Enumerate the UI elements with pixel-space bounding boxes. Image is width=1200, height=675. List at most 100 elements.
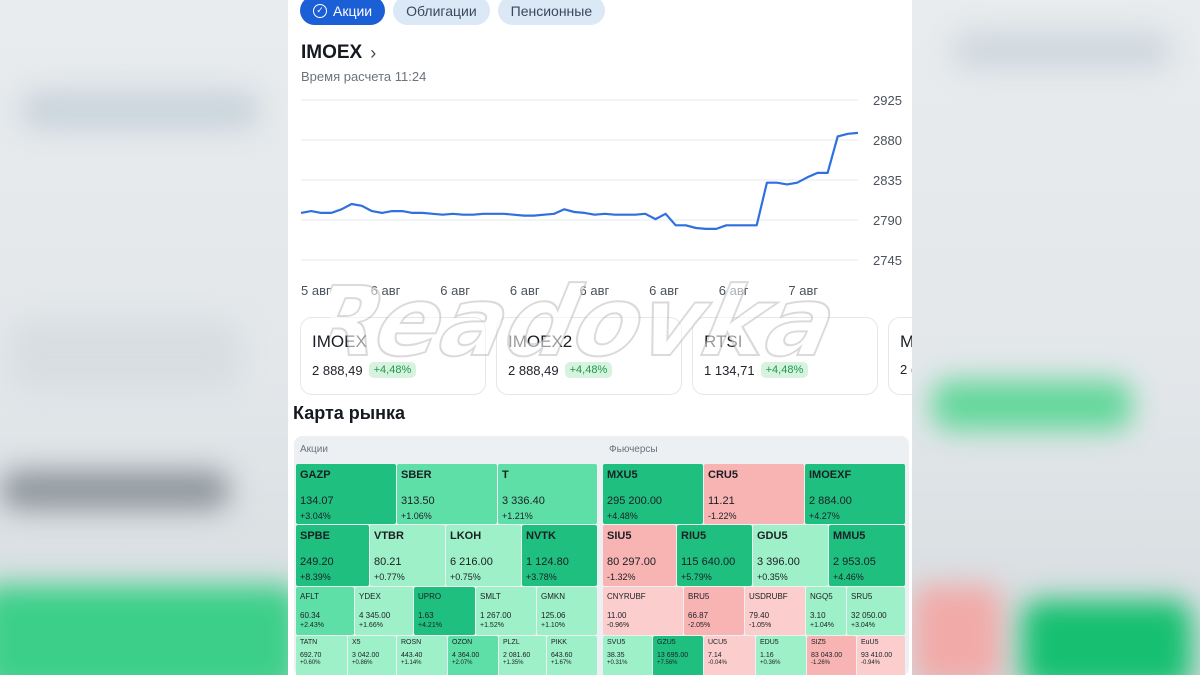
market-map: Акции Фьючерсы GAZP 134.07 +3.04% SBER 313.5… [294,436,909,675]
tile-ticker: OZON [452,639,473,646]
map-tile[interactable]: VTBR 80.21 +0.77% [370,525,445,586]
map-tile[interactable]: GZU5 13 695.00 +7.56% [653,636,703,675]
tile-price: 11.21 [708,495,735,507]
tab-bonds[interactable]: Облигации [393,0,490,25]
map-tile[interactable]: MMU5 2 953.05 +4.46% [829,525,905,586]
tile-change: +1.21% [502,511,533,521]
map-tile[interactable]: UCU5 7.14 -0.04% [704,636,755,675]
x-tick-label: 5 авг [301,283,331,298]
tile-price: 6 216.00 [450,556,493,568]
map-tile[interactable]: UPRO 1.63 +4.21% [414,587,475,635]
map-tile[interactable]: SBER 313.50 +1.06% [397,464,497,524]
tile-price: 2 081.60 [503,652,531,659]
tab-label: Акции [333,2,373,19]
index-card-change: +4,48% [564,362,613,378]
tile-change: +0.60% [300,660,321,666]
tile-ticker: GZU5 [657,639,676,646]
tile-ticker: VTBR [374,530,404,542]
map-tile[interactable]: MXU5 295 200.00 +4.48% [603,464,703,524]
background-right [912,0,1200,675]
x-tick-label: 6 авг [719,283,749,298]
map-tile[interactable]: AFLT 60.34 +2.43% [296,587,354,635]
map-tile[interactable]: NGQ5 3.10 +1.04% [806,587,846,635]
map-tile[interactable]: PIKK 643.60 +1.67% [547,636,597,675]
tile-ticker: IMOEXF [809,469,852,481]
market-map-title: Карта рынка [293,403,406,423]
tile-ticker: GAZP [300,469,331,481]
tile-ticker: SPBE [300,530,330,542]
tile-change: -1.05% [749,622,772,629]
map-tile[interactable]: T 3 336.40 +1.21% [498,464,597,524]
tile-ticker: EuU5 [861,639,879,646]
map-tile[interactable]: RIU5 115 640.00 +5.79% [677,525,752,586]
tile-change: +5.79% [681,572,712,582]
map-tile[interactable]: CRU5 11.21 -1.22% [704,464,804,524]
map-tile[interactable]: SPBE 249.20 +8.39% [296,525,369,586]
map-tile[interactable]: SRU5 32 050.00 +3.04% [847,587,905,635]
map-tile[interactable]: GMKN 125.06 +1.10% [537,587,597,635]
tile-change: +4.21% [418,622,442,629]
map-tile[interactable]: BRU5 66.87 -2.05% [684,587,744,635]
background-left [0,0,288,675]
tile-change: +0.86% [352,660,373,666]
map-tile[interactable]: EuU5 93 410.00 -0.94% [857,636,905,675]
index-card[interactable]: RTSI 1 134,71 +4,48% [692,317,878,395]
index-card-value: 2 888,49 [312,362,363,378]
index-title-link[interactable]: IMOEX › [301,42,376,64]
tile-change: +1.10% [541,622,565,629]
map-tile[interactable]: CNYRUBF 11.00 -0.96% [603,587,683,635]
map-tile[interactable]: IMOEXF 2 884.00 +4.27% [805,464,905,524]
map-tile[interactable]: GDU5 3 396.00 +0.35% [753,525,828,586]
tile-ticker: GDU5 [757,530,788,542]
instrument-tabs: ✓ Акции Облигации Пенсионные [300,0,606,25]
map-tile[interactable]: LKOH 6 216.00 +0.75% [446,525,521,586]
index-card-row: 2 888,49 +4,48% [508,362,670,378]
tile-price: 643.60 [551,652,573,659]
map-tile[interactable]: EDU5 1.16 +0.36% [756,636,806,675]
tile-ticker: NVTK [526,530,556,542]
tile-change: +3.78% [526,572,557,582]
tile-ticker: NGQ5 [810,592,833,601]
tile-price: 1.63 [418,611,434,620]
tile-price: 125.06 [541,611,566,620]
map-tile[interactable]: GAZP 134.07 +3.04% [296,464,396,524]
index-card-row: 2 ( [900,362,912,377]
tile-change: +0.75% [450,572,481,582]
map-tile[interactable]: USDRUBF 79.40 -1.05% [745,587,805,635]
index-card[interactable]: IMOEX 2 888,49 +4,48% [300,317,486,395]
index-card[interactable]: IMOEX2 2 888,49 +4,48% [496,317,682,395]
map-tile[interactable]: NVTK 1 124.80 +3.78% [522,525,597,586]
tile-price: 83 043.00 [811,652,843,659]
y-tick-label: 2745 [873,253,902,268]
tile-price: 2 884.00 [809,495,852,507]
map-tile[interactable]: YDEX 4 345.00 +1.66% [355,587,413,635]
map-tile[interactable]: PLZL 2 081.60 +1.35% [499,636,546,675]
tile-price: 2 953.05 [833,556,876,568]
tile-change: +1.04% [810,622,834,629]
map-tile[interactable]: TATN 692.70 +0.60% [296,636,347,675]
map-tile[interactable]: X5 3 042.00 +0.86% [348,636,396,675]
index-title: IMOEX [301,42,363,63]
tile-price: 13 695.00 [657,652,689,659]
tile-price: 7.14 [708,652,722,659]
tile-price: 295 200.00 [607,495,663,507]
map-tile[interactable]: SIU5 80 297.00 -1.32% [603,525,676,586]
y-tick-label: 2880 [873,133,902,148]
index-card[interactable]: M 2 ( [888,317,912,395]
x-tick-label: 6 авг [510,283,540,298]
tile-change: +2.43% [300,622,324,629]
tile-change: -0.94% [861,660,881,666]
tab-stocks[interactable]: ✓ Акции [300,0,386,25]
chevron-right-icon: › [370,42,377,63]
tile-ticker: PLZL [503,639,520,646]
map-tile[interactable]: SMLT 1 267.00 +1.52% [476,587,536,635]
x-tick-label: 6 авг [440,283,470,298]
map-tile[interactable]: OZON 4 364.00 +2.07% [448,636,498,675]
map-tile[interactable]: SIZ5 83 043.00 -1.26% [807,636,856,675]
tile-change: +4.48% [607,511,638,521]
map-tile[interactable]: SVU5 38.35 +0.31% [603,636,652,675]
map-tile[interactable]: ROSN 443.40 +1.14% [397,636,447,675]
tab-pension[interactable]: Пенсионные [497,0,606,25]
tile-price: 93 410.00 [861,652,893,659]
tile-change: +8.39% [300,572,331,582]
